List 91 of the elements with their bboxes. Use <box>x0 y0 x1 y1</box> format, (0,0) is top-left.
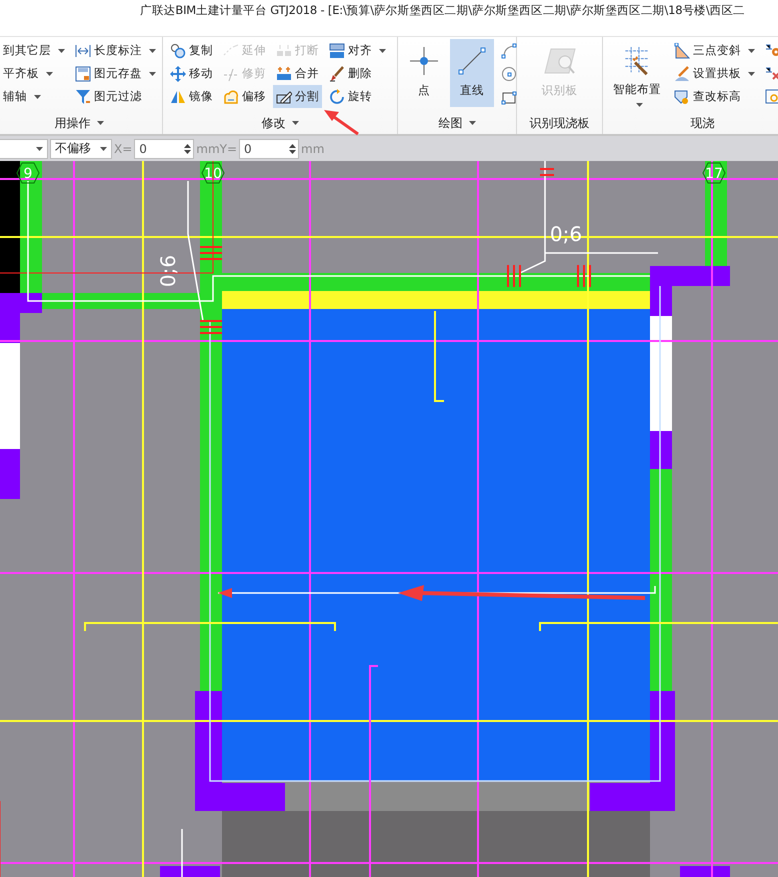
elevation-edit-button[interactable]: 查改标高 <box>671 85 758 108</box>
caret-icon <box>379 48 386 52</box>
dropdown-list-button[interactable]: 平齐板 <box>0 62 68 85</box>
merge-icon <box>276 66 292 82</box>
caret-icon <box>748 72 755 76</box>
line-icon <box>456 45 488 77</box>
mirror-button[interactable]: 镜像 <box>167 85 216 108</box>
dimension-arrow-button[interactable]: 长度标注 <box>72 39 159 62</box>
mirror-icon <box>170 88 186 104</box>
arc-icon <box>501 42 517 58</box>
field-label: X= <box>114 142 132 156</box>
group-menu-caret-icon[interactable] <box>468 121 476 125</box>
caret-icon <box>36 146 43 150</box>
copy-layers-button[interactable]: 到其它层 <box>0 39 68 62</box>
cross-node-icon <box>765 66 778 82</box>
group-label: 识别现浇板 <box>530 114 590 132</box>
column <box>160 866 220 877</box>
caret-icon <box>34 94 41 98</box>
rotate-icon <box>329 88 345 104</box>
rebar-tick <box>200 258 222 260</box>
copy-icon <box>170 42 186 58</box>
group-menu-caret-icon[interactable] <box>96 121 104 125</box>
spin-arrows-icon <box>184 142 192 154</box>
caret-icon <box>748 48 755 52</box>
split-pencil-icon <box>276 88 292 104</box>
break-icon <box>276 42 292 58</box>
spin-arrows-icon <box>289 142 296 154</box>
column <box>0 449 20 499</box>
circle-icon <box>501 66 517 82</box>
rebar-tick <box>200 252 222 254</box>
elevation-edit-icon <box>674 88 690 104</box>
field-label: mmY= <box>196 142 238 156</box>
smart-layout-grid-button[interactable]: 智能布置 <box>607 39 667 107</box>
rotate-button[interactable]: 旋转 <box>326 85 389 108</box>
slope-triangle-button[interactable]: 三点变斜 <box>671 39 758 62</box>
point-icon <box>408 45 440 77</box>
group-menu-caret-icon[interactable] <box>292 121 298 125</box>
group-label: 现浇 <box>690 114 714 132</box>
annotation-arrow <box>322 108 360 136</box>
arrow-head-icon <box>218 588 232 598</box>
filter-funnel-icon <box>75 88 91 104</box>
rebar-tick <box>539 168 555 176</box>
filter-funnel-button[interactable]: 图元过滤 <box>72 85 159 108</box>
caret-icon <box>636 103 642 107</box>
caret-icon <box>149 72 156 76</box>
split-pencil-button[interactable]: 分割 <box>273 85 322 108</box>
line-button[interactable]: 直线 <box>450 39 494 107</box>
group-label: 绘图 <box>438 114 462 132</box>
slope-triangle-icon <box>674 42 690 58</box>
column <box>680 866 730 877</box>
gear-node-icon <box>765 42 778 58</box>
grid-line-button[interactable]: 辅轴 <box>0 85 68 108</box>
offset-outline-icon <box>223 88 239 104</box>
number-spin-field[interactable]: 0 <box>134 138 194 158</box>
rebar-tick <box>200 326 222 328</box>
copy-button[interactable]: 复制 <box>167 39 216 62</box>
align-button[interactable]: 对齐 <box>326 39 389 62</box>
move-arrows-button[interactable]: 移动 <box>167 62 216 85</box>
group-label: 修改 <box>262 114 286 132</box>
move-arrows-icon <box>170 66 186 82</box>
caret-icon <box>46 72 53 76</box>
dimension-arrow-icon <box>75 42 91 58</box>
save-floppy-icon <box>75 66 91 82</box>
rebar-tick <box>507 264 521 288</box>
point-button[interactable]: 点 <box>402 39 446 107</box>
dimension-text: 0;6 <box>156 254 180 288</box>
number-spin-field[interactable]: 0 <box>239 138 300 158</box>
merge-button[interactable]: 合并 <box>273 62 322 85</box>
offset-outline-button[interactable]: 偏移 <box>220 85 269 108</box>
rebar-tick <box>200 246 222 248</box>
field-label: mm <box>301 142 324 156</box>
dropdown[interactable]: 不偏移 <box>50 138 112 158</box>
search-node-icon <box>765 88 778 104</box>
delete-brush-icon <box>329 66 345 82</box>
rebar-tick <box>577 264 591 288</box>
delete-brush-button[interactable]: 删除 <box>326 62 389 85</box>
rectangle-icon <box>501 88 517 104</box>
caret-icon <box>149 48 156 52</box>
group-label: 用操作 <box>54 114 90 132</box>
save-floppy-button[interactable]: 图元存盘 <box>72 62 159 85</box>
caret-icon <box>58 48 65 52</box>
arch-pencil-button[interactable]: 设置拱板 <box>671 62 758 85</box>
column <box>650 431 672 469</box>
axis-label: 9 <box>16 162 40 184</box>
window-title: 广联达BIM土建计量平台 GTJ2018 - [E:\预算\萨尔斯堡西区二期\萨尔斯堡西区二期\萨尔斯堡西区二期\18号楼\西区二 <box>140 2 746 19</box>
rebar-tick <box>200 320 222 322</box>
arch-pencil-icon <box>674 66 690 82</box>
caret-icon <box>100 146 107 150</box>
leader-line <box>181 829 183 877</box>
rebar-tick <box>200 332 222 334</box>
align-icon <box>329 42 345 58</box>
